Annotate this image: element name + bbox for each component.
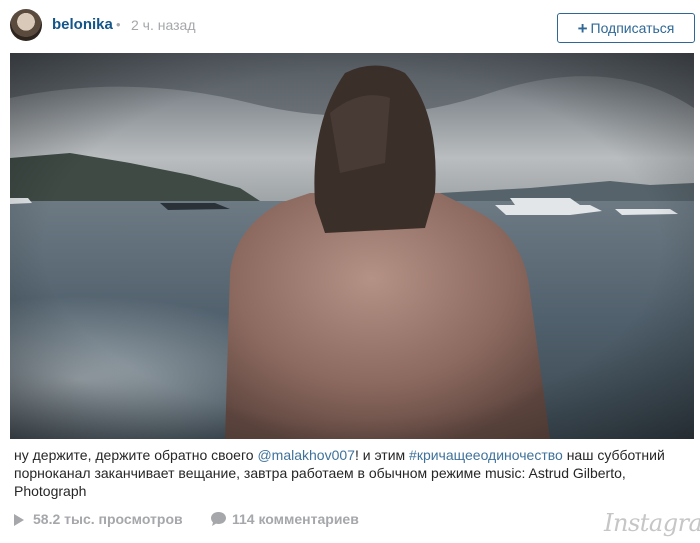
follow-button-label: Подписаться <box>590 20 675 36</box>
post-header: belonika • 2 ч. назад + Подписаться <box>0 0 700 54</box>
username-link[interactable]: belonika <box>52 16 113 33</box>
avatar[interactable] <box>10 9 42 41</box>
caption-text: ну держите, держите обратно своего <box>14 447 258 463</box>
post-photo[interactable] <box>10 53 694 439</box>
caption-text: ! и этим <box>354 447 410 463</box>
plus-icon: + <box>577 18 588 38</box>
hashtag-link[interactable]: #кричащееодиночество <box>409 447 563 463</box>
comments-count[interactable]: 114 комментариев <box>232 511 359 527</box>
post-caption: ну держите, держите обратно своего @mala… <box>14 446 690 500</box>
comment-icon[interactable] <box>210 511 227 527</box>
play-icon <box>14 514 24 526</box>
mention-link[interactable]: @malakhov007 <box>257 447 355 463</box>
separator-dot: • <box>116 17 121 32</box>
follow-button[interactable]: + Подписаться <box>557 13 695 43</box>
instagram-logo[interactable]: Instagram <box>604 509 700 537</box>
photo-image <box>10 53 694 439</box>
post-timestamp[interactable]: 2 ч. назад <box>131 17 195 33</box>
views-count: 58.2 тыс. просмотров <box>33 511 183 527</box>
